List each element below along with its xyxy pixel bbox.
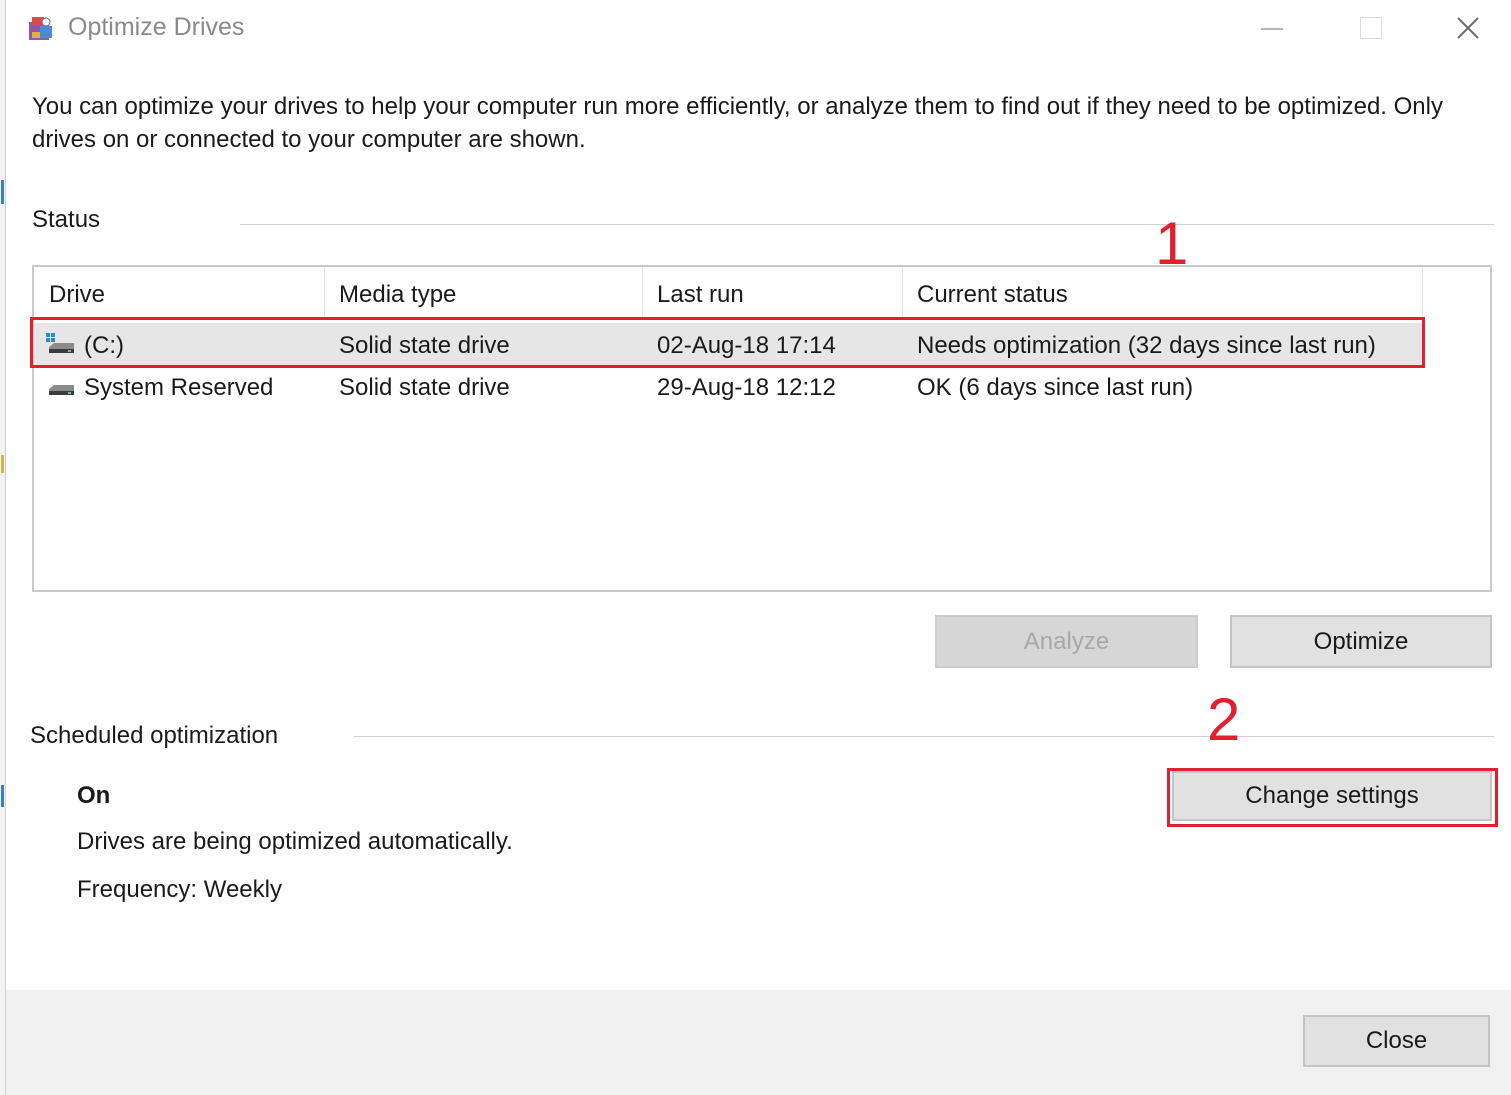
annotation-marker-2: 2 <box>1207 686 1241 753</box>
table-row-c-drive[interactable]: (C:) Solid state drive 02-Aug-18 17:14 N… <box>34 323 1422 365</box>
status-group-label: Status <box>32 206 101 233</box>
scheduled-divider <box>354 736 1494 737</box>
dialog-footer <box>6 990 1511 1095</box>
media-type: Solid state drive <box>339 374 510 401</box>
annotation-marker-1: 1 <box>1155 210 1189 277</box>
column-header-media-type[interactable]: Media type <box>324 267 642 319</box>
schedule-description: Drives are being optimized automatically… <box>77 828 513 855</box>
analyze-button[interactable]: Analyze <box>935 615 1198 668</box>
table-row-system-reserved[interactable]: System Reserved Solid state drive 29-Aug… <box>34 365 1422 407</box>
optimize-drives-app-icon <box>29 17 52 40</box>
media-type: Solid state drive <box>339 332 510 359</box>
schedule-frequency: Frequency: Weekly <box>77 876 282 903</box>
column-header-drive[interactable]: Drive <box>34 267 324 319</box>
description-text: You can optimize your drives to help you… <box>32 93 1443 153</box>
maximize-icon[interactable] <box>1340 8 1400 48</box>
schedule-state: On <box>77 782 111 809</box>
change-settings-button[interactable]: Change settings <box>1172 771 1492 821</box>
last-run: 29-Aug-18 12:12 <box>657 374 836 401</box>
window-title: Optimize Drives <box>68 13 245 41</box>
drives-list[interactable]: Drive Media type Last run Current status… <box>32 265 1492 592</box>
last-run: 02-Aug-18 17:14 <box>657 332 836 359</box>
edge-mark <box>1 785 4 807</box>
optimize-drives-window: Optimize Drives You can optimize your dr… <box>0 0 1511 1095</box>
drive-name: (C:) <box>84 332 124 359</box>
windows-drive-icon <box>46 333 74 353</box>
scheduled-group-label: Scheduled optimization <box>30 722 279 749</box>
minimize-icon[interactable] <box>1242 8 1302 48</box>
background-window-edge <box>0 0 6 1095</box>
title-bar: Optimize Drives <box>6 0 1511 58</box>
edge-mark <box>1 180 4 204</box>
drive-icon <box>49 385 74 395</box>
drive-name: System Reserved <box>84 374 274 401</box>
column-separator[interactable] <box>1422 267 1423 317</box>
current-status: OK (6 days since last run) <box>917 374 1194 401</box>
close-icon[interactable] <box>1438 8 1498 48</box>
close-button[interactable]: Close <box>1303 1015 1490 1067</box>
optimize-button[interactable]: Optimize <box>1230 615 1492 668</box>
edge-mark <box>1 455 4 473</box>
current-status: Needs optimization (32 days since last r… <box>917 332 1376 359</box>
status-divider <box>240 224 1494 225</box>
column-header-last-run[interactable]: Last run <box>642 267 902 319</box>
